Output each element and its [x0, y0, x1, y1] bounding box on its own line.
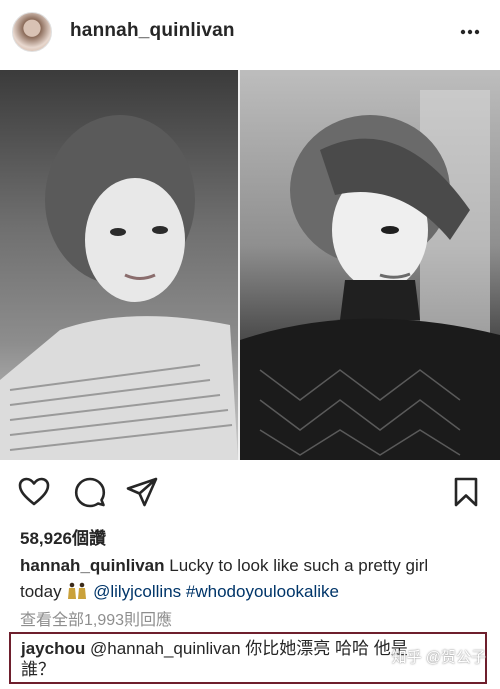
- post-caption: hannah_quinlivan Lucky to look like such…: [20, 553, 490, 605]
- portrait-left-illustration: [0, 115, 238, 460]
- post-username[interactable]: hannah_quinlivan: [70, 20, 235, 42]
- comment-mention[interactable]: @hannah_quinlivan: [90, 639, 241, 658]
- action-bar: [0, 476, 500, 512]
- comment-username[interactable]: jaychou: [21, 639, 85, 658]
- caption-text-2: today: [20, 582, 62, 601]
- portrait-right-illustration: [240, 90, 500, 460]
- comment-text-2: 誰？: [21, 660, 55, 679]
- dancing-women-emoji-icon: [68, 582, 87, 599]
- comment-text: 你比她漂亮 哈哈 他是: [245, 639, 408, 658]
- caption-hashtag[interactable]: #whodoyoulookalike: [186, 582, 339, 601]
- view-all-comments-link[interactable]: 查看全部1,993則回應: [20, 606, 172, 630]
- post-photo[interactable]: [0, 70, 500, 460]
- photo-right-portrait: [240, 70, 500, 460]
- caption-mention[interactable]: @lilyjcollins: [93, 582, 181, 601]
- heart-icon[interactable]: [18, 476, 50, 508]
- bookmark-icon[interactable]: [450, 476, 482, 508]
- likes-count[interactable]: 58,926個讚: [20, 524, 106, 549]
- share-icon[interactable]: [126, 476, 158, 508]
- post-header: hannah_quinlivan: [0, 0, 500, 64]
- avatar[interactable]: [12, 12, 52, 52]
- photo-left-portrait: [0, 70, 238, 460]
- more-icon[interactable]: [460, 22, 480, 42]
- comment-icon[interactable]: [74, 476, 106, 508]
- watermark: 知乎 @贺公子: [391, 649, 486, 666]
- caption-text: Lucky to look like such a pretty girl: [169, 556, 429, 575]
- caption-username[interactable]: hannah_quinlivan: [20, 556, 165, 575]
